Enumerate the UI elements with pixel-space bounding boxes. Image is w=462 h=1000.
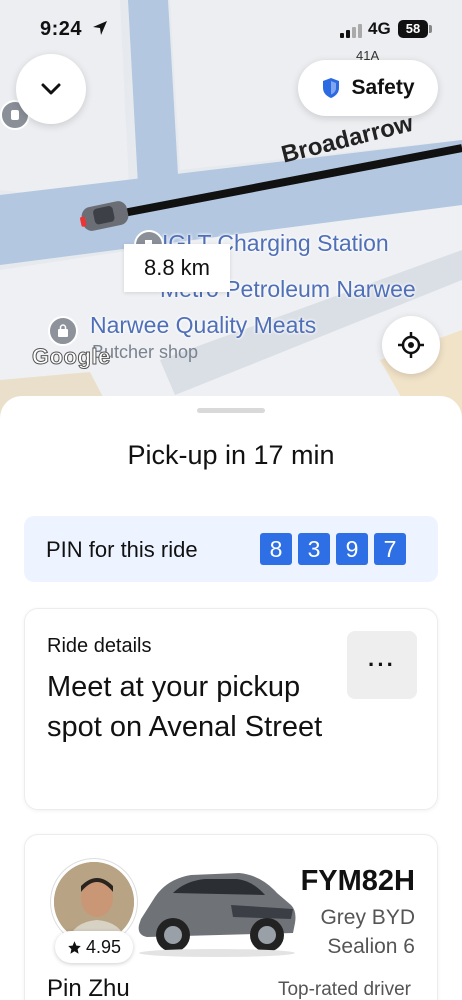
ellipsis-icon: ··· [368, 652, 396, 677]
recenter-button[interactable] [382, 316, 440, 374]
pin-digit: 3 [298, 533, 330, 565]
vehicle-image [138, 873, 296, 957]
poi-label-butcher[interactable]: Narwee Quality Meats [90, 312, 316, 339]
safety-label: Safety [351, 76, 415, 99]
signal-icon [340, 24, 362, 38]
crosshair-icon [398, 332, 424, 358]
shopping-bag-icon [58, 324, 68, 337]
chevron-down-icon [41, 83, 61, 95]
vehicle-description: Grey BYD Sealion 6 [320, 906, 415, 958]
google-attribution: Google [32, 344, 111, 370]
pickup-eta-title: Pick-up in 17 min [127, 440, 335, 470]
distance-tag: 8.8 km [124, 244, 230, 292]
driver-badge: Top-rated driver [277, 979, 411, 1000]
ride-details-caption: Ride details [47, 635, 152, 657]
status-time: 9:24 [40, 18, 83, 40]
pin-digits: 8 3 9 7 [260, 533, 406, 565]
plug-icon [11, 110, 19, 120]
more-options-button[interactable]: ··· [347, 631, 417, 699]
battery-tip [429, 25, 432, 33]
pin-digit: 9 [336, 533, 368, 565]
battery-icon: 58 [398, 20, 428, 38]
pin-digit: 7 [374, 533, 406, 565]
map-view[interactable]: 9:24 4G 58 41A Broadarrow Safety IGLT Ch… [0, 0, 462, 430]
network-type: 4G [368, 19, 391, 38]
driver-name: Pin Zhu [47, 975, 130, 1000]
safety-button[interactable]: Safety [298, 60, 438, 116]
ride-details-headline: Meet at your pickup spot on Avenal Stree… [47, 671, 323, 743]
license-plate: FYM82H [300, 865, 415, 897]
ride-details-card[interactable]: Ride details Meet at your pickup spot on… [24, 608, 438, 810]
driver-rating: 4.95 [85, 936, 122, 957]
driver-card[interactable]: 4.95 FYM82H Grey BYD Sealion 6 Pin Zhu T… [24, 834, 438, 1000]
ride-pin-box: PIN for this ride 8 3 9 7 [24, 516, 438, 582]
driver-rating-badge: 4.95 [55, 931, 133, 963]
status-bar: 9:24 4G 58 [0, 0, 462, 56]
shop-poi-icon[interactable] [48, 316, 78, 346]
shield-icon [323, 78, 340, 98]
pin-digit: 8 [260, 533, 292, 565]
star-icon [68, 940, 81, 954]
collapse-button[interactable] [16, 54, 86, 124]
location-arrow-icon [93, 21, 107, 35]
pin-label: PIN for this ride [46, 537, 198, 562]
trip-bottom-sheet[interactable]: Pick-up in 17 min PIN for this ride 8 3 … [0, 396, 462, 1000]
sheet-grabber[interactable] [197, 408, 265, 413]
